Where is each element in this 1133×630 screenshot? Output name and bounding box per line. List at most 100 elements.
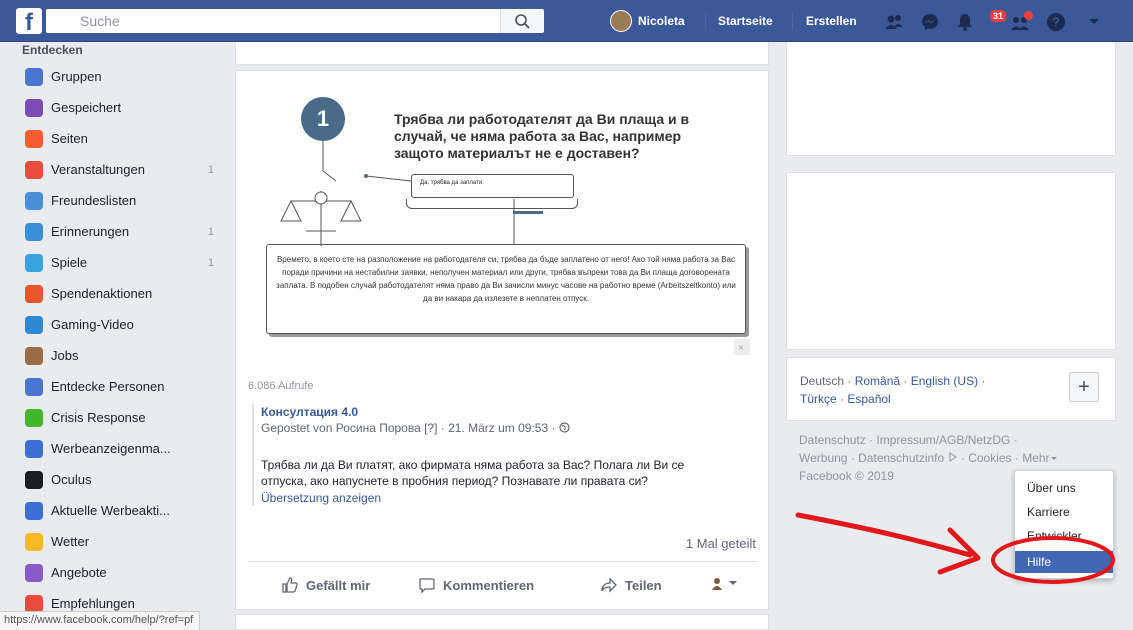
create-link[interactable]: Erstellen: [806, 14, 857, 28]
sidebar-list: Gruppen Gespeichert Seiten Veranstaltungen 1…: [22, 61, 222, 619]
thumbs-up-icon: [282, 577, 298, 593]
page-name-link[interactable]: Консултация 4.0: [261, 405, 358, 419]
lang-romana[interactable]: Română: [855, 374, 900, 388]
recommendations-icon: [25, 594, 43, 613]
sidebar-item-seiten[interactable]: Seiten: [22, 123, 222, 154]
add-language-button[interactable]: +: [1069, 372, 1099, 402]
lang-espanol[interactable]: Español: [847, 392, 890, 406]
illustration-answer: Да, трябва да заплати.: [411, 174, 574, 198]
sidebar-item-gruppen[interactable]: Gruppen: [22, 61, 222, 92]
profile-name: Nicoleta: [638, 14, 685, 28]
comment-button[interactable]: Kommentieren: [418, 576, 534, 594]
sidebar-item-label: Spendenaktionen: [51, 286, 153, 301]
friend-requests-icon[interactable]: [884, 12, 904, 32]
friends-list-icon: [25, 191, 43, 210]
messenger-icon[interactable]: [920, 12, 940, 32]
home-link[interactable]: Startseite: [718, 14, 773, 28]
footer-line-2b[interactable]: · Cookies · Mehr: [958, 451, 1050, 465]
facebook-logo[interactable]: f: [16, 8, 42, 34]
sidebar-item-gespeichert[interactable]: Gespeichert: [22, 92, 222, 123]
footer-line-2a[interactable]: Werbung · Datenschutzinfo: [799, 451, 948, 465]
top-navigation-bar: f Suche Nicoleta Startseite Erstellen 31…: [0, 0, 1133, 42]
sidebar-item-jobs[interactable]: Jobs: [22, 340, 222, 371]
svg-text:?: ?: [1052, 15, 1060, 30]
sidebar-item-label: Wetter: [51, 534, 90, 549]
post-as-selector[interactable]: [710, 576, 738, 590]
notification-badge: 31: [989, 9, 1008, 23]
sidebar-item-veranstaltungen[interactable]: Veranstaltungen 1: [22, 154, 222, 185]
gamepad-icon: [25, 253, 43, 272]
show-translation-link[interactable]: Übersetzung anzeigen: [261, 491, 381, 505]
lang-turkce[interactable]: Türkçe: [800, 392, 837, 406]
footer-line-2[interactable]: Werbung · Datenschutzinfo · Cookies · Me…: [799, 449, 1109, 467]
offers-icon: [25, 563, 43, 582]
sidebar-item-crisis-response[interactable]: Crisis Response: [22, 402, 222, 433]
right-widget-middle: [786, 172, 1116, 350]
share-label: Teilen: [625, 577, 662, 593]
left-sidebar: Entdecken Gruppen Gespeichert Seiten Verans…: [22, 43, 222, 619]
groups-icon: [25, 67, 43, 86]
globe-icon: [559, 422, 570, 433]
recent-ads-icon: [25, 501, 43, 520]
next-post-card: [235, 614, 769, 630]
oculus-icon: [25, 470, 43, 489]
shared-post-divider: [252, 404, 254, 506]
sidebar-item-label: Jobs: [51, 348, 79, 363]
sidebar-item-werbeanzeigenma[interactable]: Werbeanzeigenma...: [22, 433, 222, 464]
illustration-question: Трябва ли работодателят да Ви плаща и в …: [394, 111, 690, 161]
share-icon: [601, 577, 617, 593]
help-icon[interactable]: ?: [1046, 12, 1066, 32]
sidebar-item-oculus[interactable]: Oculus: [22, 464, 222, 495]
sidebar-item-spiele[interactable]: Spiele 1: [22, 247, 222, 278]
language-selector: Deutsch · Română · English (US) · Türkçe…: [786, 357, 1116, 421]
like-button[interactable]: Gefällt mir: [281, 576, 370, 594]
briefcase-icon: [25, 346, 43, 365]
sidebar-item-spendenaktionen[interactable]: Spendenaktionen: [22, 278, 222, 309]
sidebar-item-erinnerungen[interactable]: Erinnerungen 1: [22, 216, 222, 247]
comment-label: Kommentieren: [443, 577, 535, 593]
adchoices-icon: [949, 452, 957, 462]
sidebar-item-label: Empfehlungen: [51, 596, 135, 611]
crisis-response-icon: [25, 408, 43, 427]
previous-post-card: [235, 42, 769, 65]
sidebar-item-label: Seiten: [51, 131, 88, 146]
sidebar-item-entdecke-personen[interactable]: Entdecke Personen: [22, 371, 222, 402]
sidebar-item-aktuelle-werbeakti[interactable]: Aktuelle Werbeakti...: [22, 495, 222, 526]
post-illustration[interactable]: × 1 Трябва ли работодателят да Ви плаща …: [236, 71, 768, 371]
gaming-video-icon: [25, 315, 43, 334]
sidebar-item-angebote[interactable]: Angebote: [22, 557, 222, 588]
sidebar-item-label: Veranstaltungen: [51, 162, 145, 177]
sidebar-item-label: Gespeichert: [51, 100, 122, 115]
nav-divider: [792, 12, 793, 30]
notifications-icon[interactable]: [955, 12, 975, 32]
share-count[interactable]: 1 Mal geteilt: [686, 536, 756, 551]
menu-item-about[interactable]: Über uns: [1015, 477, 1113, 499]
sidebar-item-gaming-video[interactable]: Gaming-Video: [22, 309, 222, 340]
memories-icon: [25, 222, 43, 241]
search-icon: [515, 14, 530, 29]
post-card: × 1 Трябва ли работодателят да Ви плаща …: [235, 70, 769, 610]
more-chevron-icon[interactable]: [1050, 456, 1058, 462]
post-meta: Gepostet von Росина Порова [?] · 21. Mär…: [261, 421, 570, 435]
sidebar-item-freundeslisten[interactable]: Freundeslisten: [22, 185, 222, 216]
comment-icon: [419, 578, 435, 594]
weather-icon: [25, 532, 43, 551]
discover-people-icon: [25, 377, 43, 396]
chevron-down-icon: [729, 581, 737, 585]
sidebar-item-count: 1: [207, 225, 214, 238]
avatar-small-icon: [712, 578, 722, 590]
sidebar-item-label: Gaming-Video: [51, 317, 134, 332]
sidebar-item-count: 1: [207, 256, 214, 269]
footer-line-1[interactable]: Datenschutz · Impressum/AGB/NetzDG ·: [799, 431, 1109, 449]
lang-deutsch: Deutsch: [800, 374, 845, 388]
lang-english[interactable]: English (US): [911, 374, 978, 388]
profile-link[interactable]: Nicoleta: [610, 10, 685, 32]
chevron-down-icon[interactable]: [1088, 17, 1100, 27]
flag-icon: [25, 129, 43, 148]
sidebar-item-wetter[interactable]: Wetter: [22, 526, 222, 557]
illustration-explanation: Времето, в което сте на разположение на …: [266, 244, 746, 334]
share-button[interactable]: Teilen: [600, 576, 662, 594]
search-button[interactable]: [500, 9, 544, 33]
people-badge: [1024, 11, 1033, 20]
search-input[interactable]: Suche: [46, 9, 500, 33]
